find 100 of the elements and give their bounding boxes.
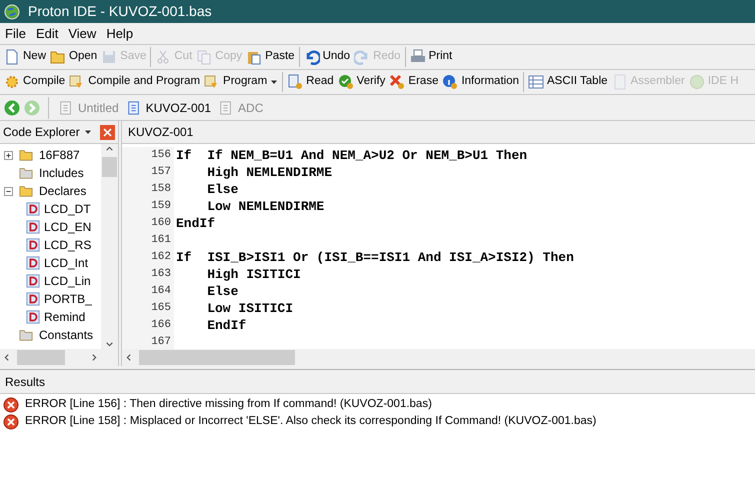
line-number: 159	[151, 199, 171, 214]
collapse-toggle[interactable]	[4, 186, 13, 196]
code-line: Low NEMLENDIRME	[206, 198, 324, 216]
tree-item[interactable]: Remind	[44, 308, 86, 326]
error-message[interactable]: ERROR [Line 156] : Then directive missing from If command! (KUVOZ-001.bas)	[25, 396, 432, 414]
gear-icon	[4, 74, 20, 90]
panel-title: Code Explorer	[3, 124, 80, 141]
left-caret-icon	[124, 353, 133, 362]
copy-icon	[196, 49, 212, 65]
toolbar-button[interactable]: Print	[408, 46, 454, 68]
folder-icon	[17, 166, 35, 180]
info-circle-icon	[442, 74, 458, 90]
line-number: 158	[151, 182, 171, 198]
document-icon	[126, 100, 141, 114]
scrollbar-thumb[interactable]	[17, 350, 65, 365]
folder-icon	[17, 184, 35, 198]
declare-icon	[26, 310, 40, 324]
tree-item[interactable]: Constants	[39, 326, 94, 344]
scissors-icon	[155, 49, 172, 65]
scrollbar-thumb[interactable]	[102, 157, 117, 177]
toolbar-button[interactable]: Compile	[2, 71, 68, 93]
line-number: 167	[151, 335, 171, 349]
clipboard-icon	[246, 49, 262, 65]
tree-item[interactable]: Declares	[39, 182, 86, 200]
close-icon	[102, 126, 113, 138]
line-number: 161	[151, 233, 171, 248]
line-number: 163	[151, 267, 171, 282]
caret-icon	[84, 128, 92, 136]
error-message[interactable]: ERROR [Line 158] : Misplaced or Incorrect 'ELSE'. Also check its corresponding If Command! (KUVOZ-001.bas)	[25, 412, 596, 430]
tree-item[interactable]: LCD_RS	[44, 236, 92, 254]
code-line: Low ISITICI	[206, 300, 294, 318]
expand-toggle[interactable]	[4, 150, 13, 160]
code-editor[interactable]	[122, 144, 755, 349]
code-line: High ISITICI	[206, 266, 301, 284]
line-number: 162	[151, 250, 171, 266]
document-icon	[59, 100, 73, 114]
toolbar-button[interactable]: Information	[440, 71, 521, 93]
document-icon	[219, 100, 234, 114]
toolbar-button[interactable]: ASCII Table	[526, 71, 610, 93]
document-icon	[4, 49, 20, 65]
folder-icon	[17, 328, 35, 342]
code-line: High NEMLENDIRME	[206, 164, 332, 182]
code-line: EndIf	[206, 316, 246, 335]
check-circle-icon	[338, 74, 354, 90]
left-caret-icon	[2, 353, 11, 362]
toolbar-button[interactable]: Undo	[302, 46, 352, 68]
toolbar-button[interactable]: Open	[48, 46, 100, 68]
tree-item[interactable]: 16F887	[39, 146, 80, 164]
toolbar-button[interactable]: New	[2, 46, 48, 68]
editor-title: KUVOZ-001	[128, 124, 194, 141]
redo-arrow-icon	[354, 49, 370, 65]
error-icon	[3, 396, 19, 412]
right-caret-icon	[90, 353, 99, 362]
panel-title: Results	[5, 374, 46, 390]
tree-item[interactable]: Includes	[39, 164, 84, 182]
declare-icon	[26, 292, 40, 306]
document-gear-icon	[287, 74, 304, 90]
tree-item[interactable]: LCD_DT	[44, 200, 91, 218]
document-icon	[612, 74, 628, 90]
declare-icon	[26, 220, 40, 234]
tree-item[interactable]: PORTB_	[44, 290, 92, 308]
scrollbar-thumb[interactable]	[139, 350, 295, 365]
menu-item[interactable]: Edit	[30, 24, 64, 44]
down-caret-icon	[105, 340, 114, 349]
code-line: EndIf	[175, 214, 216, 233]
window-title: Proton IDE - KUVOZ-001.bas	[28, 2, 212, 21]
toolbar-button[interactable]: Compile and Program	[67, 71, 202, 93]
toolbar-button[interactable]: Verify	[336, 71, 388, 93]
line-number: 165	[151, 301, 171, 316]
declare-icon	[26, 256, 40, 270]
line-number: 164	[151, 284, 171, 300]
toolbar-button[interactable]: Read	[285, 71, 336, 93]
document-tab[interactable]: KUVOZ-001	[122, 96, 216, 118]
menu-item[interactable]: Help	[101, 24, 138, 44]
vertical-scrollbar[interactable]	[101, 144, 118, 349]
line-number: 157	[151, 165, 171, 180]
table-icon	[528, 74, 544, 90]
line-number: 160	[151, 216, 171, 232]
back-button[interactable]	[2, 98, 22, 118]
close-button[interactable]	[100, 124, 115, 140]
line-number: 156	[151, 148, 171, 164]
code-line: Else	[206, 282, 238, 301]
menu-item[interactable]: File	[0, 24, 31, 44]
up-caret-icon	[105, 144, 114, 153]
folder-icon	[17, 148, 35, 162]
folder-icon	[50, 49, 66, 65]
line-number: 166	[151, 318, 171, 334]
toolbar-button[interactable]: Erase	[387, 71, 440, 93]
tree-item[interactable]: LCD_EN	[44, 218, 92, 236]
printer-icon	[410, 49, 426, 65]
menu-item[interactable]: View	[63, 24, 102, 44]
toolbar-button[interactable]: Program	[202, 71, 280, 93]
declare-icon	[26, 238, 40, 252]
caret-icon	[270, 78, 278, 86]
tree-item[interactable]: LCD_Lin	[44, 272, 91, 290]
code-line: If If NEM_B=U1 And NEM_A>U2 Or NEM_B>U1 Then	[175, 146, 528, 165]
code-line: Else	[206, 180, 238, 199]
code-line: If ISI_B>ISI1 Or (ISI_B==ISI1 And ISI_A>ISI2) Then	[175, 248, 574, 267]
toolbar-button[interactable]: Paste	[244, 46, 297, 68]
tree-item[interactable]: LCD_Int	[44, 254, 88, 272]
